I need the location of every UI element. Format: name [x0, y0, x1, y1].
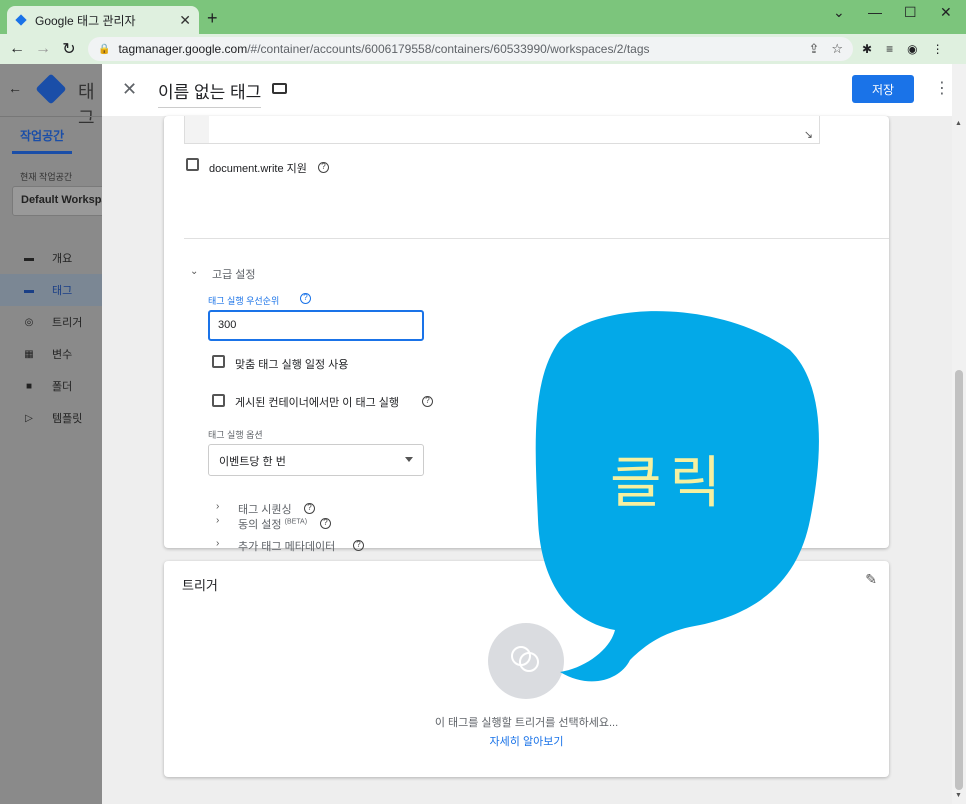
- page-scrollbar[interactable]: ▲ ▼: [952, 64, 966, 804]
- callout-text: 클릭: [610, 451, 730, 516]
- scroll-down-icon[interactable]: ▼: [955, 792, 962, 799]
- speech-bubble-callout: [535, 311, 819, 682]
- scroll-up-icon[interactable]: ▲: [955, 120, 962, 127]
- scroll-thumb[interactable]: [955, 370, 963, 790]
